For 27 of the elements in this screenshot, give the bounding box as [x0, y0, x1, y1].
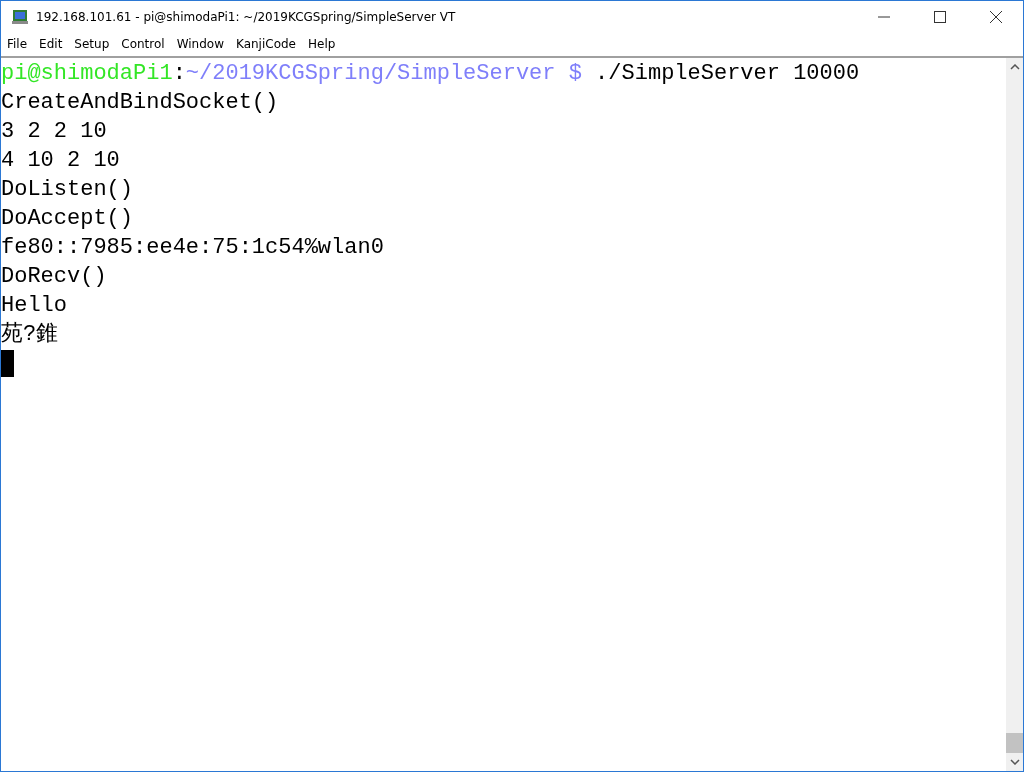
terminal-line: CreateAndBindSocket() — [1, 89, 279, 117]
terminal-line: 4 10 2 10 — [1, 147, 120, 175]
terminal-app-icon — [12, 8, 28, 25]
menu-item[interactable]: Control — [121, 37, 165, 51]
scrollbar[interactable] — [1006, 58, 1023, 771]
prompt-user: pi@shimodaPi1 — [1, 61, 173, 86]
prompt-path: ~/2019KCGSpring/SimpleServer $ — [185, 61, 582, 86]
terminal-line: 苑?錐 — [1, 321, 59, 349]
text-cursor — [1, 350, 14, 377]
command-text: ./SimpleServer 10000 — [594, 61, 860, 86]
window-title: 192.168.101.61 - pi@shimodaPi1: ~/2019KCGSpring/SimpleServer VT — [36, 9, 456, 24]
terminal-line: 3 2 2 10 — [1, 118, 107, 146]
scroll-thumb[interactable] — [1006, 733, 1023, 753]
menu-item[interactable]: Window — [176, 37, 224, 51]
terminal-line: DoAccept() — [1, 205, 134, 233]
scroll-down-icon[interactable] — [1009, 759, 1020, 765]
terminal-line: DoListen() — [1, 176, 134, 204]
menu-item[interactable]: File — [7, 37, 28, 51]
menu-item[interactable]: Help — [308, 37, 336, 51]
menu-item[interactable]: Edit — [39, 37, 63, 51]
terminal-line: Hello — [1, 292, 67, 320]
menu-item[interactable]: KanjiCode — [236, 37, 296, 51]
prompt-separator: : — [172, 61, 186, 86]
terminal-line: fe80::7985:ee4e:75:1c54%wlan0 — [1, 234, 384, 262]
menu-item[interactable]: Setup — [74, 37, 110, 51]
terminal-line: DoRecv() — [1, 263, 107, 291]
scroll-up-icon[interactable] — [1009, 64, 1020, 70]
